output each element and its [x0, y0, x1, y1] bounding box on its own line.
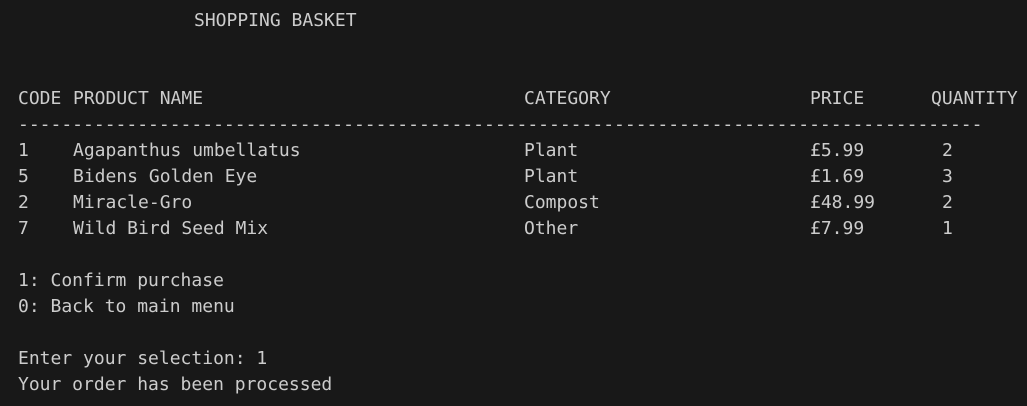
- column-header-product-name: PRODUCT NAME: [73, 88, 204, 109]
- cell-price: £7.99: [810, 218, 865, 239]
- table-row: 1 Agapanthus umbellatus Plant £5.99 2: [18, 138, 953, 164]
- table-header: CODE PRODUCT NAME CATEGORY PRICE QUANTIT…: [18, 86, 1018, 112]
- column-header-code: CODE: [18, 88, 62, 109]
- column-header-category: CATEGORY: [524, 88, 611, 109]
- cell-code: 2: [18, 192, 29, 213]
- cell-product-name: Bidens Golden Eye: [73, 166, 258, 187]
- cell-quantity: 1: [942, 218, 953, 239]
- menu-option-back-to-main-menu: 0: Back to main menu: [18, 296, 235, 317]
- cell-code: 7: [18, 218, 29, 239]
- cell-price: £48.99: [810, 192, 876, 213]
- cell-quantity: 3: [942, 166, 953, 187]
- cell-category: Other: [524, 218, 579, 239]
- selection-prompt[interactable]: Enter your selection: 1: [18, 346, 267, 372]
- page-title: SHOPPING BASKET: [194, 10, 357, 31]
- table-row: 5 Bidens Golden Eye Plant £1.69 3: [18, 164, 953, 190]
- cell-code: 5: [18, 166, 29, 187]
- cell-product-name: Agapanthus umbellatus: [73, 140, 301, 161]
- cell-product-name: Wild Bird Seed Mix: [73, 218, 269, 239]
- cell-product-name: Miracle-Gro: [73, 192, 193, 213]
- cell-quantity: 2: [942, 140, 953, 161]
- column-header-quantity: QUANTITY: [931, 88, 1018, 109]
- cell-code: 1: [18, 140, 29, 161]
- cell-price: £5.99: [810, 140, 865, 161]
- table-divider: ----------------------------------------…: [18, 114, 983, 135]
- table-row: 7 Wild Bird Seed Mix Other £7.99 1: [18, 216, 953, 242]
- cell-category: Plant: [524, 140, 579, 161]
- cell-category: Plant: [524, 166, 579, 187]
- cell-quantity: 2: [942, 192, 953, 213]
- cell-price: £1.69: [810, 166, 865, 187]
- terminal-window: SHOPPING BASKET CODE PRODUCT NAME CATEGO…: [0, 0, 1027, 406]
- menu-option-confirm-purchase: 1: Confirm purchase: [18, 270, 224, 291]
- table-row: 2 Miracle-Gro Compost £48.99 2: [18, 190, 953, 216]
- column-header-price: PRICE: [810, 88, 865, 109]
- cell-category: Compost: [524, 192, 600, 213]
- status-message: Your order has been processed: [18, 374, 333, 395]
